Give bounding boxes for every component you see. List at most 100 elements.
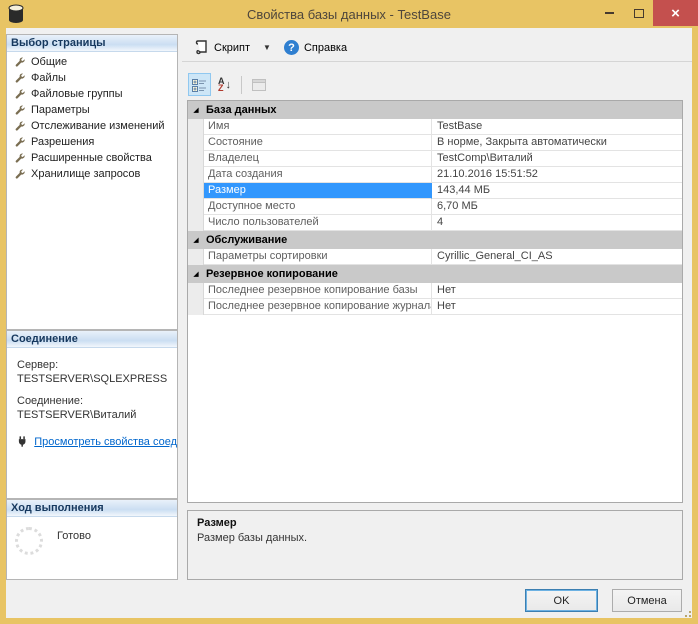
- client-area: Выбор страницы ОбщиеФайлыФайловые группы…: [6, 28, 692, 618]
- script-label: Скрипт: [214, 42, 250, 54]
- grid-property-row[interactable]: Параметры сортировкиCyrillic_General_CI_…: [188, 249, 682, 265]
- property-pages-icon: [252, 79, 266, 91]
- property-name: Последнее резервное копирование журнала: [204, 299, 432, 315]
- sidebar-page-label: Параметры: [31, 104, 90, 116]
- connection-label: Соединение:: [17, 395, 177, 407]
- spinner-icon: [15, 527, 43, 555]
- server-label: Сервер:: [17, 359, 177, 371]
- toolbar: Скрипт ▼ ? Справка: [182, 34, 692, 62]
- description-text: Размер базы данных.: [197, 532, 673, 544]
- grid-category-row[interactable]: ◢Резервное копирование: [188, 265, 682, 283]
- sidebar-page-label: Общие: [31, 56, 67, 68]
- titlebar[interactable]: Свойства базы данных - TestBase ×: [0, 0, 698, 28]
- toolbar-separator: [241, 76, 242, 94]
- wrench-icon: [14, 72, 26, 84]
- sort-alphabetical-button[interactable]: AZ ↓: [213, 73, 236, 96]
- property-value: TestComp\Виталий: [432, 151, 682, 167]
- property-pages-button: [247, 73, 270, 96]
- property-value: 6,70 МБ: [432, 199, 682, 215]
- category-expand-icon[interactable]: ◢: [188, 106, 204, 114]
- progress-panel: Ход выполнения Готово: [6, 499, 178, 580]
- wrench-icon: [14, 88, 26, 100]
- wrench-icon: [14, 120, 26, 132]
- property-name: Число пользователей: [204, 215, 432, 231]
- ok-button[interactable]: OK: [525, 589, 598, 612]
- property-value: Нет: [432, 283, 682, 299]
- page-selector-panel: Выбор страницы ОбщиеФайлыФайловые группы…: [6, 34, 178, 330]
- property-value: 21.10.2016 15:51:52: [432, 167, 682, 183]
- server-value: TESTSERVER\SQLEXPRESS: [17, 373, 177, 385]
- grid-property-row[interactable]: Доступное место6,70 МБ: [188, 199, 682, 215]
- pages-list: Общие Файлы Файловые группы Параметры Отслеж…: [7, 52, 177, 182]
- sidebar-page-item[interactable]: Параметры: [7, 102, 177, 118]
- property-name: Доступное место: [204, 199, 432, 215]
- wrench-icon: [14, 152, 26, 164]
- sidebar-page-item[interactable]: Хранилище запросов: [7, 166, 177, 182]
- minimize-icon: [605, 12, 614, 14]
- connection-header: Соединение: [7, 331, 177, 348]
- wrench-icon: [14, 104, 26, 116]
- sidebar-page-label: Хранилище запросов: [31, 168, 140, 180]
- sidebar-page-label: Отслеживание изменений: [31, 120, 165, 132]
- grid-property-row[interactable]: Последнее резервное копирование журналаН…: [188, 299, 682, 315]
- sidebar-page-label: Расширенные свойства: [31, 152, 152, 164]
- connection-panel: Соединение Сервер: TESTSERVER\SQLEXPRESS…: [6, 330, 178, 499]
- category-name: Обслуживание: [204, 234, 287, 246]
- property-name: Последнее резервное копирование базы: [204, 283, 432, 299]
- category-expand-icon[interactable]: ◢: [188, 270, 204, 278]
- row-gutter: [188, 183, 204, 199]
- grid-property-row[interactable]: ВладелецTestComp\Виталий: [188, 151, 682, 167]
- property-value: Cyrillic_General_CI_AS: [432, 249, 682, 265]
- property-grid: ◢База данныхИмяTestBaseСостояниеВ норме,…: [187, 100, 683, 503]
- sidebar-page-item[interactable]: Файловые группы: [7, 86, 177, 102]
- wrench-icon: [14, 168, 26, 180]
- row-gutter: [188, 151, 204, 167]
- help-button[interactable]: ? Справка: [281, 38, 350, 57]
- property-value: В норме, Закрыта автоматически: [432, 135, 682, 151]
- category-name: Резервное копирование: [204, 268, 338, 280]
- script-icon: [194, 40, 209, 55]
- wrench-icon: [14, 136, 26, 148]
- sidebar-page-item[interactable]: Общие: [7, 54, 177, 70]
- category-name: База данных: [204, 104, 277, 116]
- grid-property-row[interactable]: ИмяTestBase: [188, 119, 682, 135]
- property-value: Нет: [432, 299, 682, 315]
- category-expand-icon[interactable]: ◢: [188, 236, 204, 244]
- script-dropdown-caret[interactable]: ▼: [257, 43, 277, 52]
- sidebar-page-item[interactable]: Разрешения: [7, 134, 177, 150]
- script-button[interactable]: Скрипт: [191, 38, 253, 57]
- sidebar-page-item[interactable]: Отслеживание изменений: [7, 118, 177, 134]
- sidebar-page-label: Разрешения: [31, 136, 94, 148]
- property-name: Дата создания: [204, 167, 432, 183]
- sidebar-page-label: Файловые группы: [31, 88, 123, 100]
- grid-category-row[interactable]: ◢Обслуживание: [188, 231, 682, 249]
- categorized-button[interactable]: [188, 73, 211, 96]
- property-value: 4: [432, 215, 682, 231]
- property-name: Владелец: [204, 151, 432, 167]
- view-connection-properties-link[interactable]: Просмотреть свойства соед: [34, 436, 177, 448]
- property-name: Параметры сортировки: [204, 249, 432, 265]
- property-value: TestBase: [432, 119, 682, 135]
- property-description-panel: Размер Размер базы данных.: [187, 510, 683, 580]
- minimize-button[interactable]: [595, 0, 624, 26]
- sidebar-page-item[interactable]: Расширенные свойства: [7, 150, 177, 166]
- wrench-icon: [14, 56, 26, 68]
- database-icon: [7, 4, 25, 24]
- grid-property-row[interactable]: Размер143,44 МБ: [188, 183, 682, 199]
- grid-property-row[interactable]: Дата создания21.10.2016 15:51:52: [188, 167, 682, 183]
- window-title: Свойства базы данных - TestBase: [0, 7, 698, 22]
- maximize-button[interactable]: [624, 0, 653, 26]
- cancel-button[interactable]: Отмена: [612, 589, 682, 612]
- row-gutter: [188, 215, 204, 231]
- grid-property-row[interactable]: Последнее резервное копирование базыНет: [188, 283, 682, 299]
- resize-grip[interactable]: [681, 607, 691, 617]
- grid-category-row[interactable]: ◢База данных: [188, 101, 682, 119]
- close-button[interactable]: ×: [653, 0, 698, 26]
- grid-property-row[interactable]: СостояниеВ норме, Закрыта автоматически: [188, 135, 682, 151]
- categorized-icon: [192, 78, 207, 92]
- grid-property-row[interactable]: Число пользователей4: [188, 215, 682, 231]
- row-gutter: [188, 283, 204, 299]
- property-value: 143,44 МБ: [432, 183, 682, 199]
- sidebar-page-item[interactable]: Файлы: [7, 70, 177, 86]
- connection-value: TESTSERVER\Виталий: [17, 409, 177, 421]
